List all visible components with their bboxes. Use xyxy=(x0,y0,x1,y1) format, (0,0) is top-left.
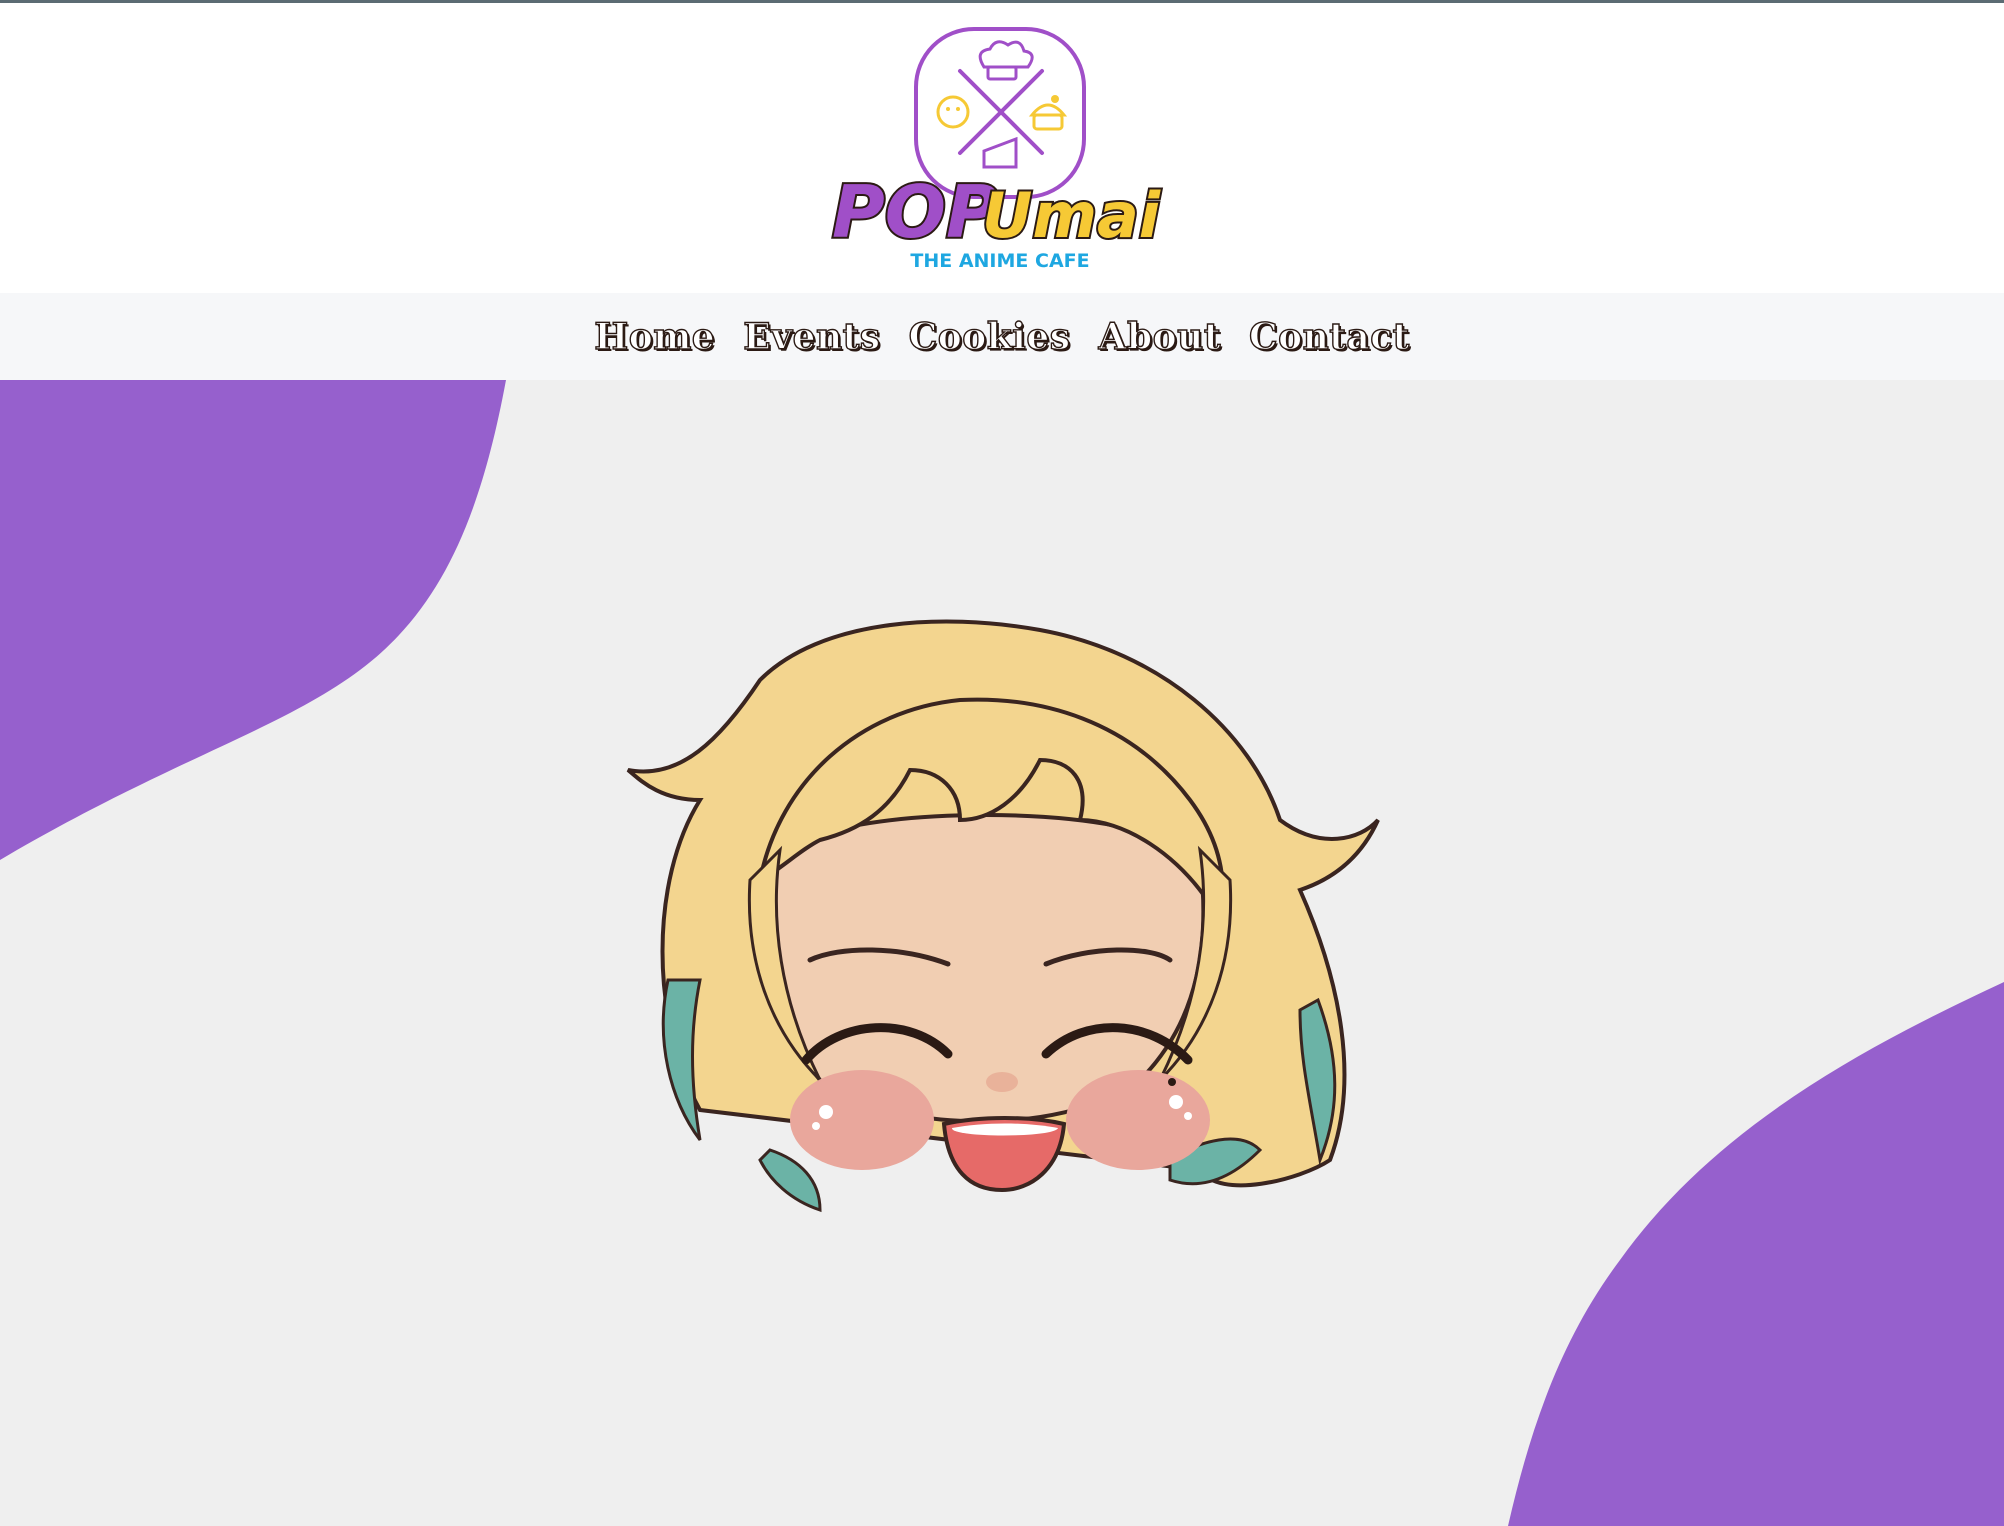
logo-wordmark: POP Umai xyxy=(830,168,1163,256)
logo-tagline: THE ANIME CAFE xyxy=(910,250,1089,272)
nav-home[interactable]: Home xyxy=(592,315,717,358)
logo-text-umai: Umai xyxy=(982,179,1161,252)
logo-text-pop: POP xyxy=(832,170,999,254)
hero-section xyxy=(0,380,2004,1526)
nav-cookies[interactable]: Cookies xyxy=(907,315,1073,358)
purple-blob-bottom-right xyxy=(1508,982,2004,1526)
nav-contact[interactable]: Contact xyxy=(1247,315,1412,358)
nav-about[interactable]: About xyxy=(1097,315,1223,358)
logo[interactable]: POP Umai THE ANIME CAFE xyxy=(820,23,1180,283)
hero-background xyxy=(0,380,2004,1526)
chibi-character-face-icon xyxy=(620,619,1380,1213)
nav-events[interactable]: Events xyxy=(741,315,882,358)
popumai-logo-icon: POP Umai THE ANIME CAFE xyxy=(830,27,1163,272)
purple-blob-top-left xyxy=(0,380,506,860)
site-header: POP Umai THE ANIME CAFE xyxy=(0,3,2004,293)
main-nav: Home Events Cookies About Contact xyxy=(0,293,2004,380)
